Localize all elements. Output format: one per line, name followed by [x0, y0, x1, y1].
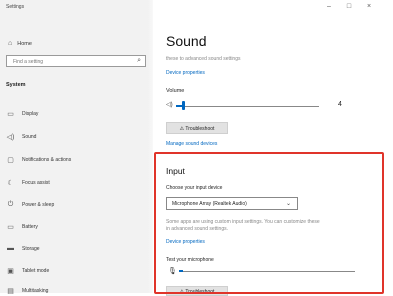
sidebar-item-sound[interactable]: ◁) Sound [6, 133, 37, 141]
sidebar-item-battery[interactable]: ▭ Battery [6, 223, 38, 231]
storage-icon: ▬ [7, 245, 14, 252]
notification-icon: ▢ [7, 157, 14, 164]
sidebar-item-storage[interactable]: ▬ Storage [6, 245, 40, 252]
monitor-icon: ▭ [7, 111, 14, 118]
search-icon: ⌕ [137, 57, 141, 64]
troubleshoot-label: Troubleshoot [185, 126, 215, 132]
volume-slider-thumb[interactable] [182, 101, 185, 110]
sidebar-home[interactable]: ⌂ Home [8, 40, 32, 47]
window-title: Settings [6, 4, 25, 10]
page-title: Sound [166, 33, 207, 49]
sidebar-item-power[interactable]: ⏻ Power & sleep [6, 201, 55, 209]
speaker-icon: ◁) [6, 134, 15, 141]
minimize-button[interactable]: – [322, 3, 336, 10]
sidebar-item-label: Notifications & actions [22, 157, 72, 163]
close-button[interactable]: × [362, 3, 376, 10]
maximize-button[interactable]: □ [342, 3, 356, 10]
search-input[interactable]: Find a setting ⌕ [6, 55, 146, 67]
volume-label: Volume [166, 88, 185, 94]
sidebar-section-title: System [6, 82, 26, 88]
manage-sound-devices-link[interactable]: Manage sound devices [166, 141, 217, 147]
sidebar-item-label: Display [22, 111, 39, 117]
volume-slider-track[interactable] [176, 106, 319, 107]
search-placeholder: Find a setting [13, 59, 44, 65]
sidebar-item-label: Storage [22, 245, 40, 252]
sidebar-item-label: Power & sleep [22, 202, 55, 208]
volume-value: 4 [338, 101, 342, 108]
sidebar-item-label: Battery [22, 224, 38, 230]
sidebar-item-multitasking[interactable]: ▤ Multitasking [6, 287, 48, 295]
sidebar-item-notifications[interactable]: ▢ Notifications & actions [6, 156, 71, 164]
home-icon: ⌂ [8, 40, 13, 47]
power-icon: ⏻ [7, 201, 14, 208]
sidebar-item-label: Multitasking [22, 288, 49, 294]
volume-speaker-icon: ◁) [166, 102, 173, 108]
highlight-box [154, 152, 384, 294]
sidebar-item-label: Focus assist [22, 180, 50, 186]
intro-text: these to advanced sound settings [166, 56, 241, 62]
sidebar-item-label: Sound [22, 134, 37, 140]
sidebar-item-tablet-mode[interactable]: ▣ Tablet mode [6, 267, 49, 275]
sidebar-item-display[interactable]: ▭ Display [6, 110, 38, 118]
sidebar-item-label: Tablet mode [22, 268, 50, 274]
tablet-icon: ▣ [7, 268, 14, 275]
title-bar: Settings – □ × [0, 0, 393, 18]
troubleshoot-button-top[interactable]: ⚠ Troubleshoot [166, 122, 228, 134]
home-label: Home [17, 40, 32, 47]
multitask-icon: ▤ [7, 288, 14, 295]
device-properties-link-top[interactable]: Device properties [166, 70, 205, 76]
sidebar-item-focus-assist[interactable]: ☾ Focus assist [6, 179, 50, 187]
moon-icon: ☾ [7, 180, 14, 187]
battery-icon: ▭ [7, 224, 14, 231]
